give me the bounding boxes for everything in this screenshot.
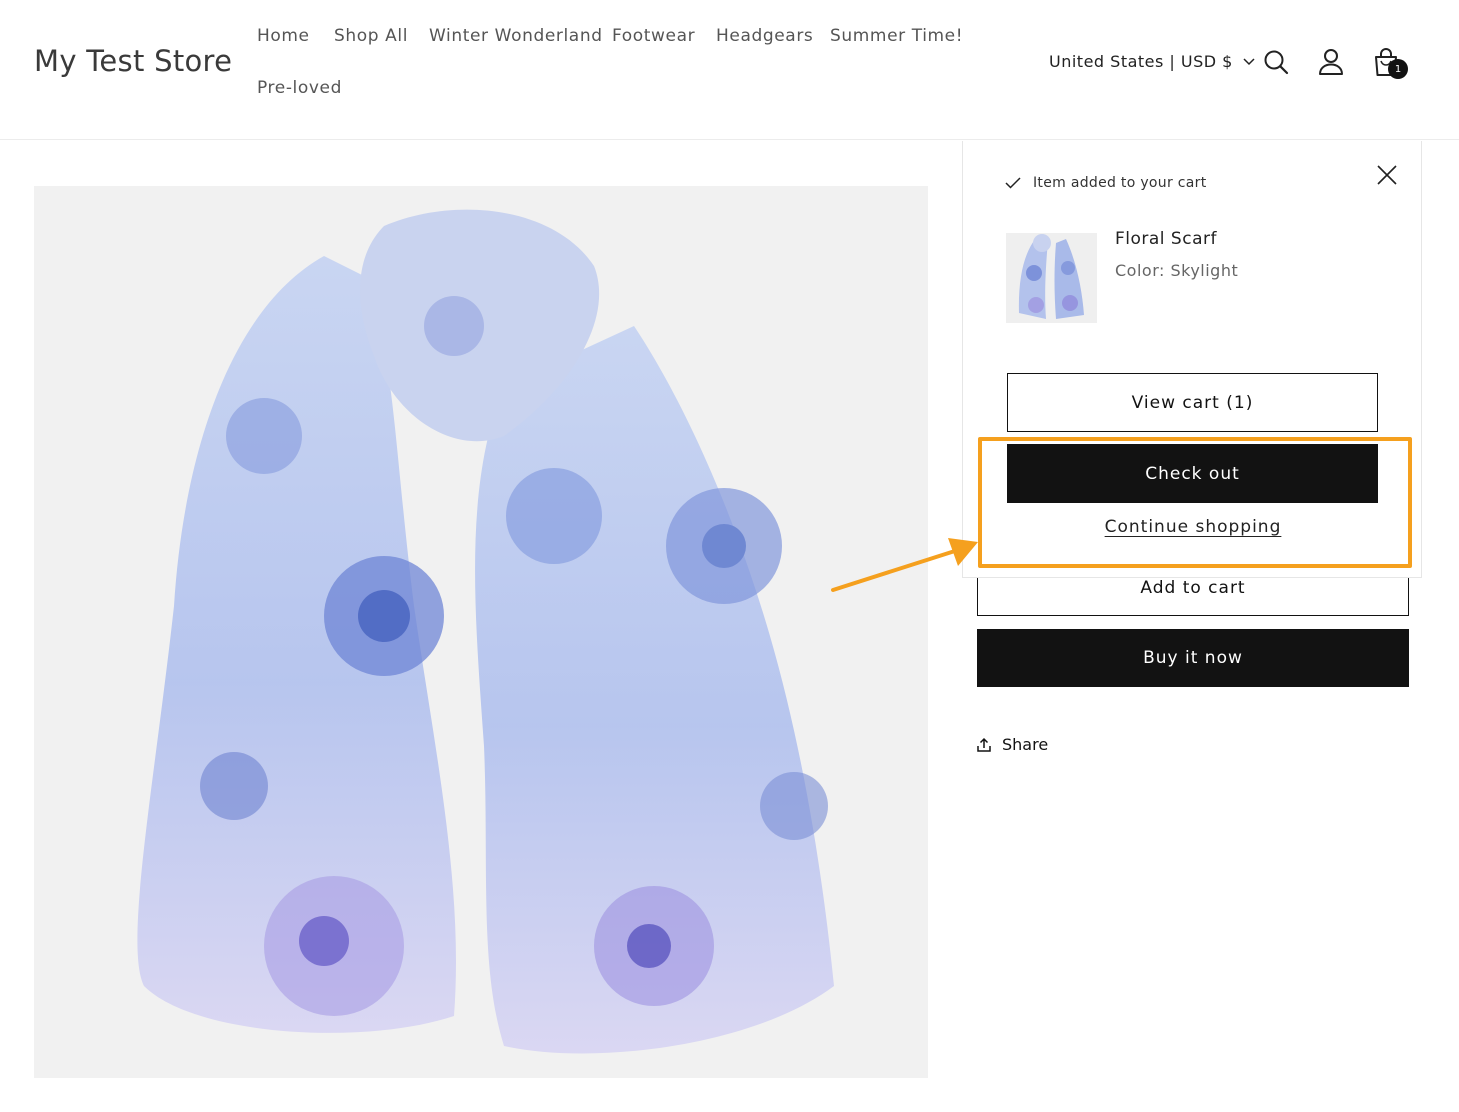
chevron-down-icon [1243, 57, 1255, 65]
added-status-text: Item added to your cart [1033, 175, 1207, 191]
nav-headgears[interactable]: Headgears [716, 26, 813, 46]
nav-home[interactable]: Home [257, 26, 310, 46]
view-cart-button[interactable]: View cart (1) [1007, 373, 1378, 432]
store-logo[interactable]: My Test Store [34, 44, 232, 78]
close-icon[interactable] [1373, 161, 1401, 189]
nav-shop-all[interactable]: Shop All [334, 26, 408, 46]
checkmark-icon [1005, 177, 1021, 189]
cart-item-thumbnail [1006, 233, 1097, 323]
site-header: My Test Store Home Shop All Winter Wonde… [0, 0, 1459, 140]
cart-count-badge: 1 [1388, 59, 1408, 79]
share-icon [977, 737, 991, 752]
locale-selector[interactable]: United States | USD $ [1049, 52, 1255, 71]
account-icon[interactable] [1311, 42, 1351, 82]
buy-it-now-button[interactable]: Buy it now [977, 629, 1409, 687]
annotation-highlight-box [978, 437, 1412, 568]
floral-scarf-image [137, 209, 834, 1054]
nav-winter-wonderland[interactable]: Winter Wonderland [429, 26, 603, 46]
nav-summer-time[interactable]: Summer Time! [830, 26, 963, 46]
search-icon[interactable] [1256, 42, 1296, 82]
locale-label: United States | USD $ [1049, 52, 1233, 71]
share-button[interactable]: Share [976, 735, 1048, 754]
nav-footwear[interactable]: Footwear [612, 26, 695, 46]
product-image[interactable] [34, 186, 928, 1078]
cart-item-name: Floral Scarf [1115, 229, 1217, 249]
cart-item-variant: Color: Skylight [1115, 261, 1239, 280]
share-label: Share [1002, 735, 1049, 754]
nav-pre-loved[interactable]: Pre-loved [257, 78, 342, 98]
annotation-arrow [831, 538, 978, 592]
added-status: Item added to your cart [1005, 175, 1206, 191]
